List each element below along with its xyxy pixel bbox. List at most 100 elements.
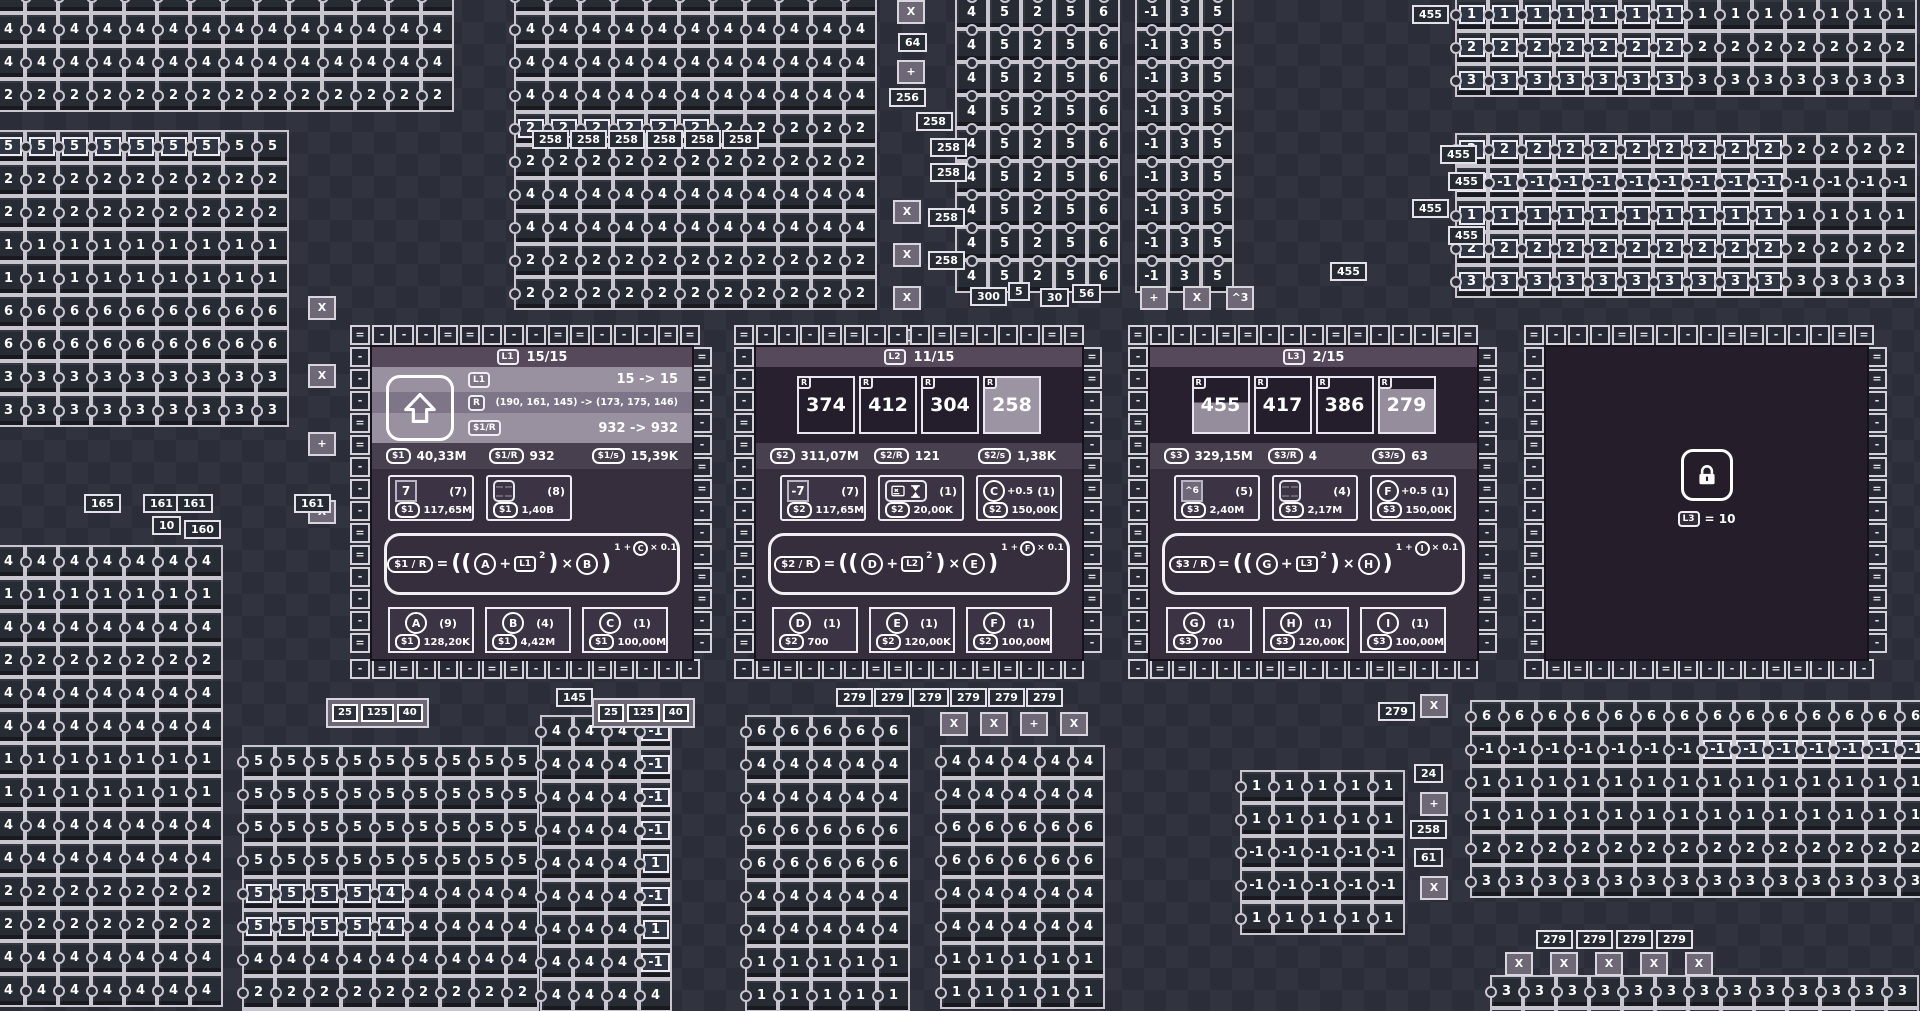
operator-node[interactable]: X [308, 364, 336, 388]
machine-panel-l2: L2 11/15 R 374 R 412 R 304 R 258 $2 [756, 347, 1082, 659]
operator-node[interactable]: + [1420, 792, 1448, 816]
reward-card[interactable]: R 386 [1316, 376, 1374, 434]
frame-socket: - [692, 611, 712, 631]
frame-socket: - [1568, 325, 1588, 345]
frame-socket: - [1082, 501, 1102, 521]
operator-node[interactable]: X [893, 200, 921, 224]
frame-socket: - [734, 501, 754, 521]
upgrade-arrow-icon[interactable] [386, 375, 454, 441]
frame-socket: - [1524, 567, 1544, 587]
frame-socket: - [692, 435, 712, 455]
frame-socket: - [1020, 325, 1040, 345]
operator-node[interactable]: X [1505, 952, 1533, 976]
frame-socket: - [1678, 325, 1698, 345]
reward-card[interactable]: R 304 [921, 376, 979, 434]
frame-socket: = [734, 545, 754, 565]
card-value: 412 [868, 394, 908, 416]
lock-icon [1681, 449, 1733, 501]
shop-upgrade-button[interactable]: ^6 (5) $3 2,40M [1174, 475, 1260, 521]
letter-upgrade-button[interactable]: C (1) $1 100,00M [582, 607, 668, 653]
stat-chip: $3 [1164, 448, 1189, 464]
stat-value: 932 [530, 449, 555, 463]
frame-socket: - [350, 457, 370, 477]
exponent-prefix: 1 + [1001, 543, 1018, 553]
rate-formula: $3 / R = (( G + L3 2 ) × H ) 1 + I × 0.1 [1162, 533, 1465, 595]
frame-socket: = [1477, 567, 1497, 587]
value-node: 258 [722, 130, 759, 149]
card-value: 386 [1325, 394, 1365, 416]
operator-node[interactable]: X [893, 243, 921, 267]
reward-card[interactable]: R 412 [859, 376, 917, 434]
frame-socket: = [614, 659, 634, 679]
shop-upgrade-button[interactable]: C +0.5 (1) $2 150,00K [976, 475, 1062, 521]
frame-socket: - [1282, 325, 1302, 345]
cost-currency-chip: $3 [1181, 502, 1206, 518]
letter-upgrade-button[interactable]: H (1) $3 120,00K [1263, 607, 1349, 653]
grid-expand-icon [1279, 480, 1301, 502]
operator-node[interactable]: X [1060, 712, 1088, 736]
machine-node[interactable]: 2512540 [326, 698, 429, 728]
operator-node[interactable]: X [1550, 952, 1578, 976]
upgrade-cost: 20,00K [914, 505, 953, 516]
operator-node[interactable]: X [940, 712, 968, 736]
frame-socket: - [1082, 545, 1102, 565]
locked-panel[interactable]: L3 = 10 [1546, 347, 1867, 659]
operator-node[interactable]: X [1640, 952, 1668, 976]
letter-c-icon: C [633, 541, 648, 556]
shop-upgrade-button[interactable]: (4) $3 2,17M [1272, 475, 1358, 521]
reward-card[interactable]: R 258 [983, 376, 1041, 434]
operator-node[interactable]: + [897, 60, 925, 84]
operator-node[interactable]: + [1020, 712, 1048, 736]
frame-socket: - [866, 325, 886, 345]
reward-card[interactable]: R 374 [797, 376, 855, 434]
letter-upgrade-button[interactable]: D (1) $2 700 [772, 607, 858, 653]
operator-node[interactable]: X [1420, 694, 1448, 718]
letter-cost: 700 [808, 637, 829, 648]
operator-node[interactable]: ^3 [1226, 286, 1254, 310]
frame-socket: = [394, 659, 414, 679]
value-node: 455 [1448, 172, 1485, 191]
operator-node[interactable]: X [980, 712, 1008, 736]
operator-node[interactable]: X [1685, 952, 1713, 976]
letter-upgrade-button[interactable]: B (4) $1 4,42M [485, 607, 571, 653]
operator-node[interactable]: X [1595, 952, 1623, 976]
letter-upgrade-button[interactable]: G (1) $3 700 [1166, 607, 1252, 653]
card-value: 279 [1387, 394, 1427, 416]
shop-upgrade-button[interactable]: (8) $1 1,40B [486, 475, 572, 521]
operator-node[interactable]: + [1140, 286, 1168, 310]
frame-socket: = [1282, 659, 1302, 679]
shop-upgrade-button[interactable]: (1) $2 20,00K [878, 475, 964, 521]
panel-header: L2 11/15 [756, 347, 1082, 367]
formula-exponent: 1 + C × 0.1 [614, 541, 677, 556]
letter-upgrade-button[interactable]: A (9) $1 128,20K [388, 607, 474, 653]
reward-card[interactable]: R 417 [1254, 376, 1312, 434]
machine-node[interactable]: 2512540 [592, 698, 695, 728]
operator-node[interactable]: X [308, 296, 336, 320]
reward-card[interactable]: R 455 [1192, 376, 1250, 434]
preview-row-tag: L1 [468, 372, 490, 388]
upgrade-count: (7) [449, 485, 467, 498]
operator-node[interactable]: X [897, 0, 925, 24]
frame-socket: - [1867, 523, 1887, 543]
reward-card[interactable]: R 279 [1378, 376, 1436, 434]
value-node: 258 [570, 130, 607, 149]
plus-sign: + [886, 556, 898, 572]
value-node: 455 [1330, 262, 1367, 281]
operator-node[interactable]: X [1420, 876, 1448, 900]
frame-socket: - [636, 659, 656, 679]
shop-upgrade-button[interactable]: F +0.5 (1) $3 150,00K [1370, 475, 1456, 521]
operator-node[interactable]: + [308, 432, 336, 456]
shop-upgrade-button[interactable]: -7 (7) $2 117,65M [780, 475, 866, 521]
operator-node[interactable]: X [1183, 286, 1211, 310]
value-node: 455 [1412, 5, 1449, 24]
frame-socket: = [350, 413, 370, 433]
frame-socket: - [350, 567, 370, 587]
letter-upgrade-button[interactable]: I (1) $3 100,00M [1360, 607, 1446, 653]
operator-node[interactable]: X [893, 286, 921, 310]
frame-socket: - [1477, 633, 1497, 653]
letter-b-icon: B [576, 553, 598, 575]
shop-upgrade-button[interactable]: 7 (7) $1 117,65M [388, 475, 474, 521]
letter-upgrade-button[interactable]: E (1) $2 120,00K [869, 607, 955, 653]
letter-upgrade-button[interactable]: F (1) $2 100,00M [966, 607, 1052, 653]
squared-exponent: 2 [926, 551, 932, 561]
